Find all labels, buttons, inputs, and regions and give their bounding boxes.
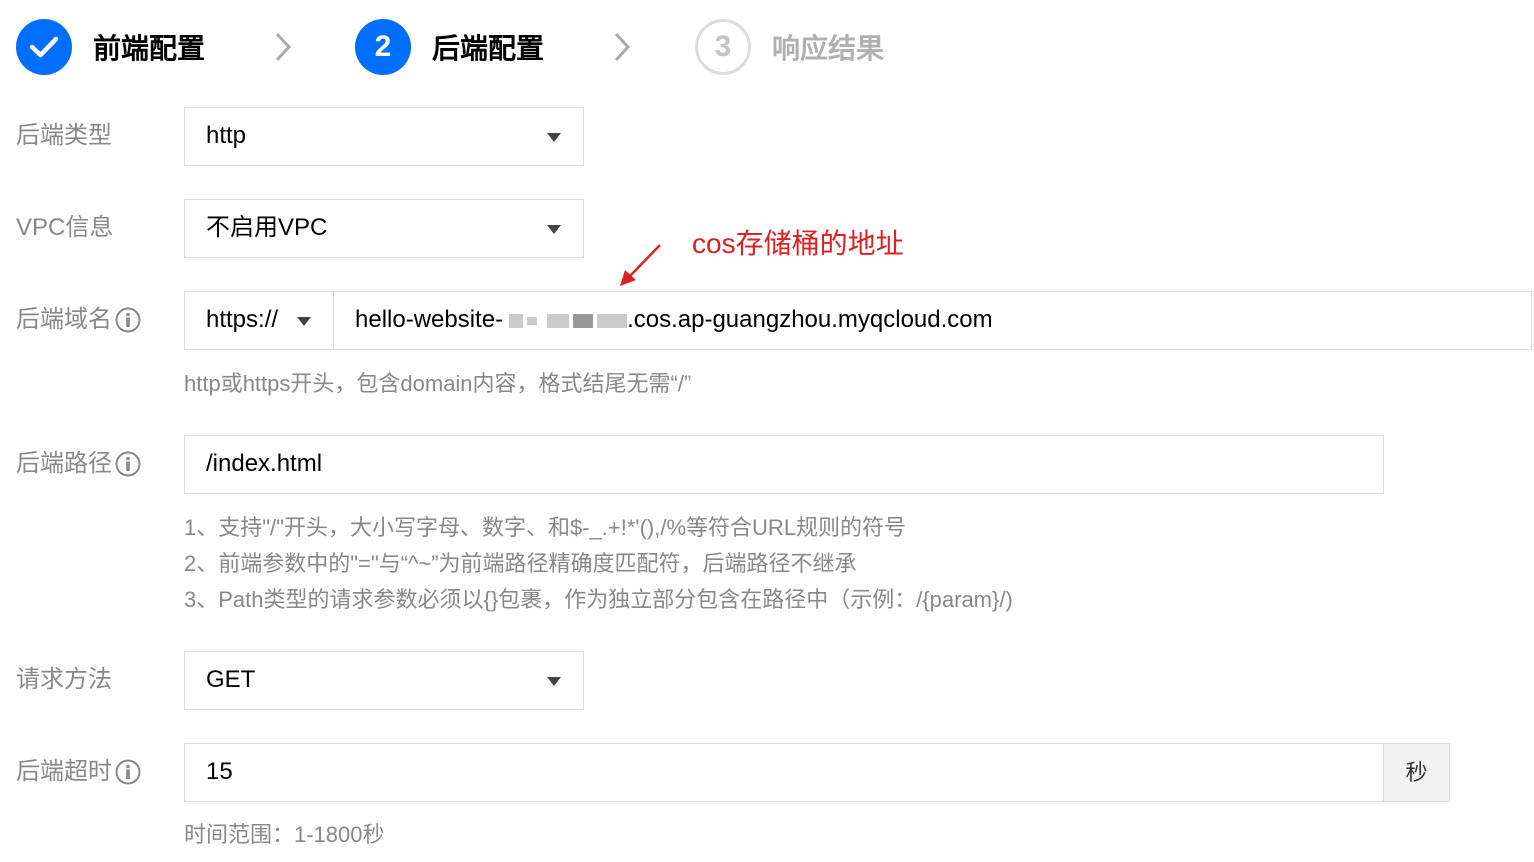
vpc-value: 不启用VPC [206,214,328,241]
domain-value-suffix: .cos.ap-guangzhou.myqcloud.com [627,306,993,333]
step-2-label: 后端配置 [432,33,545,64]
annotation-text: cos存储桶的地址 [692,228,904,259]
annotation-arrow-icon [620,244,661,286]
protocol-value: https:// [206,306,279,333]
step-3-number: 3 [695,19,751,75]
backend-type-label: 后端类型 [16,122,112,149]
path-help-line-3: 3、Path类型的请求参数必须以{}包裹，作为独立部分包含在路径中（示例：/{p… [184,587,1013,612]
backend-type-select[interactable]: http [184,107,584,166]
caret-down-icon [297,317,311,326]
chevron-right-icon [275,32,292,62]
timeout-input[interactable]: 15 [184,743,1385,802]
path-help-line-1: 1、支持"/"开头，大小写字母、数字、和$-_.+!*'(),/%等符合URL规… [184,515,907,540]
backend-type-value: http [206,122,247,149]
domain-help: http或https开头，包含domain内容，格式结尾无需“/” [184,371,692,396]
domain-label: 后端域名 [16,303,141,337]
path-help-line-2: 2、前端参数中的"="与“^~”为前端路径精确度匹配符，后端路径不继承 [184,551,857,576]
step-3-label: 响应结果 [772,33,885,64]
path-label: 后端路径 [16,447,141,481]
chevron-right-icon [614,32,631,62]
method-label: 请求方法 [16,666,112,693]
domain-value-prefix: hello-website- [355,306,504,333]
caret-down-icon [547,225,561,234]
step-1-check-icon [16,19,72,75]
caret-down-icon [547,133,561,142]
info-icon[interactable] [115,451,141,477]
vpc-select[interactable]: 不启用VPC [184,199,584,258]
info-icon[interactable] [115,759,141,785]
step-1-label: 前端配置 [93,33,206,64]
timeout-value: 15 [206,758,233,785]
protocol-select[interactable]: https:// [184,291,334,350]
step-2-number: 2 [355,19,411,75]
caret-down-icon [547,677,561,686]
vpc-label: VPC信息 [16,214,114,241]
info-icon[interactable] [115,307,141,333]
timeout-help: 时间范围：1-1800秒 [184,822,385,847]
path-value: /index.html [206,450,323,477]
path-input[interactable]: /index.html [184,435,1384,494]
domain-input[interactable]: hello-website- .cos.ap-guangzhou.myqcloud… [333,291,1532,350]
method-value: GET [206,666,256,693]
timeout-label: 后端超时 [16,755,141,789]
timeout-unit: 秒 [1383,743,1450,802]
method-select[interactable]: GET [184,651,584,710]
